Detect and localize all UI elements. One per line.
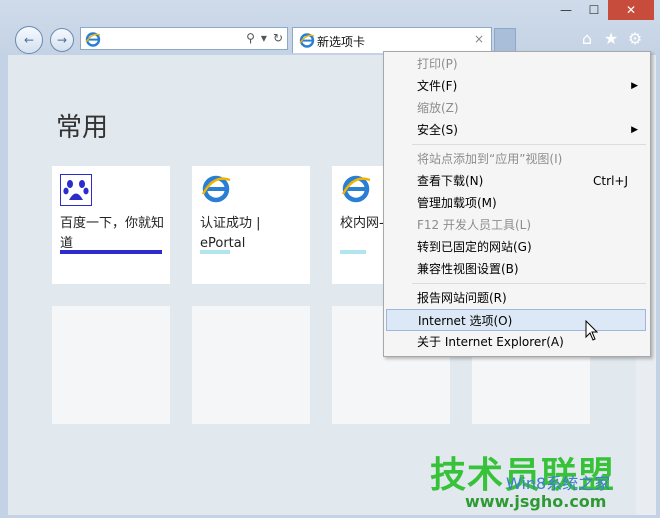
ie-icon (201, 175, 231, 203)
menu-item-about-ie[interactable]: 关于 Internet Explorer(A) (384, 331, 648, 353)
menu-item-internet-options[interactable]: Internet 选项(O) (386, 309, 646, 331)
ie-icon (299, 33, 315, 48)
address-bar[interactable]: ⚲ ▾ ↻ (80, 27, 288, 50)
submenu-arrow-icon: ▶ (631, 125, 638, 135)
forward-button[interactable]: → (50, 28, 74, 52)
menu-item-add-to-apps[interactable]: 将站点添加到“应用”视图(I) (384, 148, 648, 170)
frequent-tile-empty[interactable] (192, 306, 310, 424)
tile-accent-bar (200, 250, 230, 254)
tile-label: 认证成功 | ePortal (200, 216, 261, 251)
search-icon[interactable]: ⚲ (246, 31, 255, 45)
tab-new[interactable]: 新选项卡 × (292, 27, 492, 53)
window-controls: — ☐ ✕ (552, 0, 654, 20)
frequent-tile-eportal[interactable]: 认证成功 | ePortal (192, 166, 310, 284)
menu-item-pinned-sites[interactable]: 转到已固定的网站(G) (384, 236, 648, 258)
new-tab-button[interactable] (494, 28, 516, 52)
forward-arrow-icon: → (56, 33, 68, 47)
menu-item-print[interactable]: 打印(P) (384, 53, 648, 75)
back-button[interactable]: ← (15, 26, 43, 54)
tile-accent-bar (340, 250, 366, 254)
tile-label: 百度一下，你就知道 (60, 216, 165, 251)
menu-separator (412, 283, 646, 284)
menu-item-downloads[interactable]: 查看下载(N) Ctrl+J (384, 170, 648, 192)
menu-item-devtools[interactable]: F12 开发人员工具(L) (384, 214, 648, 236)
maximize-button[interactable]: ☐ (580, 0, 608, 20)
frequent-tile-baidu[interactable]: 百度一下，你就知道 (52, 166, 170, 284)
menu-item-file[interactable]: 文件(F) ▶ (384, 75, 648, 97)
tools-gear-icon[interactable]: ⚙ (626, 29, 644, 48)
tools-menu: 打印(P) 文件(F) ▶ 缩放(Z) 安全(S) ▶ 将站点添加到“应用”视图(I… (383, 51, 651, 357)
menu-separator (412, 144, 646, 145)
browser-window: — ☐ ✕ ← → ⚲ ▾ ↻ 新选项卡 × ⌂ ★ ⚙ 常用 百度一下，你就知… (0, 0, 660, 518)
menu-item-addons[interactable]: 管理加载项(M) (384, 192, 648, 214)
submenu-arrow-icon: ▶ (631, 81, 638, 91)
tab-title: 新选项卡 (317, 35, 366, 49)
menu-item-zoom[interactable]: 缩放(Z) (384, 97, 648, 119)
menu-item-compat-view[interactable]: 兼容性视图设置(B) (384, 258, 648, 280)
refresh-icon[interactable]: ↻ (273, 31, 283, 45)
home-icon[interactable]: ⌂ (578, 29, 596, 48)
ie-icon (85, 32, 101, 47)
menu-item-report-problem[interactable]: 报告网站问题(R) (384, 287, 648, 309)
tab-close-icon[interactable]: × (474, 32, 484, 46)
frequent-tile-empty[interactable] (52, 306, 170, 424)
baidu-paw-icon (60, 174, 92, 206)
close-button[interactable]: ✕ (608, 0, 654, 20)
watermark-url: www.jsgho.com (465, 492, 607, 511)
watermark-sub: Win8系统之家 (506, 474, 611, 493)
back-arrow-icon: ← (23, 33, 35, 47)
mouse-cursor-icon (585, 320, 599, 341)
dropdown-icon[interactable]: ▾ (261, 31, 267, 45)
page-title: 常用 (56, 113, 109, 143)
ie-icon (341, 175, 371, 203)
favorites-star-icon[interactable]: ★ (602, 29, 620, 48)
menu-item-safety[interactable]: 安全(S) ▶ (384, 119, 648, 141)
minimize-button[interactable]: — (552, 0, 580, 20)
tile-accent-bar (60, 250, 162, 254)
